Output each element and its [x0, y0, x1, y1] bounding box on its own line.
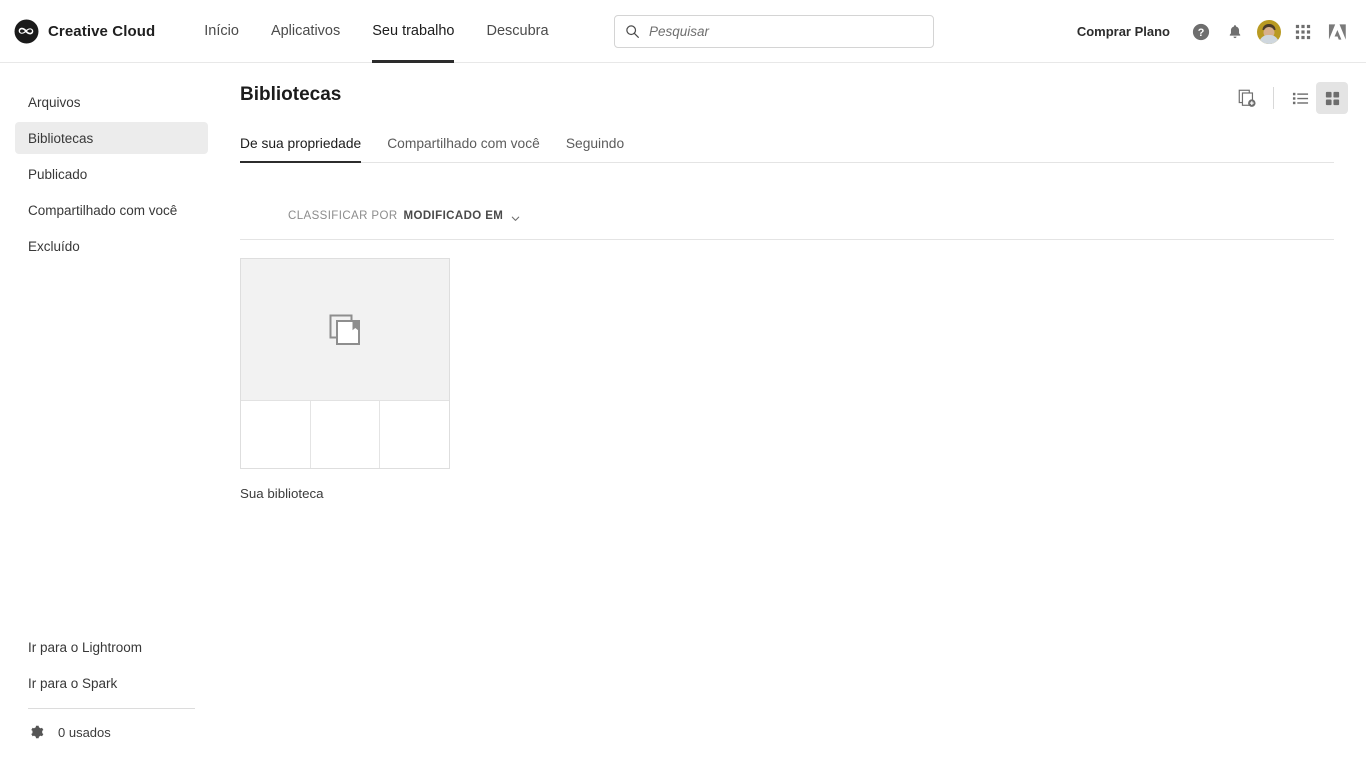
sidebar-footer: Ir para o Lightroom Ir para o Spark 0 us… [0, 631, 225, 746]
search-input[interactable] [649, 24, 909, 39]
sidebar-item-publicado[interactable]: Publicado [15, 158, 208, 190]
notifications-bell-icon[interactable] [1218, 15, 1252, 49]
sort-by-label: CLASSIFICAR POR [288, 210, 398, 222]
sidebar-item-bibliotecas[interactable]: Bibliotecas [15, 122, 208, 154]
header-right-actions: Comprar Plano ? [1063, 0, 1354, 63]
chevron-down-icon [510, 211, 521, 222]
sidebar-link-spark[interactable]: Ir para o Spark [15, 667, 208, 699]
toolbar-divider [1273, 87, 1274, 109]
page-title: Bibliotecas [240, 84, 342, 105]
library-card-label: Sua biblioteca [240, 486, 324, 501]
storage-usage-label: 0 usados [58, 724, 111, 740]
library-asset-cell [241, 401, 310, 468]
library-thumbnail-placeholder [241, 259, 449, 401]
avatar-body [1259, 34, 1279, 44]
sort-by-dropdown[interactable]: CLASSIFICAR POR MODIFICADO EM [288, 210, 521, 222]
tab-de-sua-propriedade[interactable]: De sua propriedade [240, 136, 362, 163]
storage-usage-row[interactable]: 0 usados [0, 718, 225, 746]
user-avatar-button[interactable] [1252, 15, 1286, 49]
library-asset-cell [309, 401, 380, 468]
sidebar-divider [28, 708, 195, 709]
nav-item-descubra[interactable]: Descubra [470, 0, 564, 63]
libraries-grid: Sua biblioteca [240, 258, 450, 501]
adobe-logo-icon[interactable] [1320, 15, 1354, 49]
gear-icon [28, 724, 44, 740]
sidebar-item-arquivos[interactable]: Arquivos [15, 86, 208, 118]
library-icon [328, 313, 362, 347]
search-container [614, 15, 934, 48]
brand-name: Creative Cloud [48, 22, 156, 40]
search-box[interactable] [614, 15, 934, 48]
sort-bar: CLASSIFICAR POR MODIFICADO EM [240, 193, 1334, 240]
buy-plan-link[interactable]: Comprar Plano [1063, 24, 1184, 39]
avatar [1257, 19, 1281, 44]
sidebar-link-lightroom[interactable]: Ir para o Lightroom [15, 631, 208, 663]
grid-view-icon[interactable] [1316, 82, 1348, 114]
help-icon[interactable]: ? [1184, 15, 1218, 49]
brand-home-link[interactable]: Creative Cloud [14, 19, 155, 44]
app-grid-icon[interactable] [1286, 15, 1320, 49]
main-content: Bibliotecas De sua propriedade Compartil… [225, 63, 1366, 768]
creative-cloud-logo-icon [14, 19, 39, 44]
nav-item-inicio[interactable]: Início [188, 0, 255, 63]
sidebar: Arquivos Bibliotecas Publicado Compartil… [0, 63, 225, 768]
svg-text:?: ? [1198, 27, 1205, 39]
tab-compartilhado-com-voce[interactable]: Compartilhado com você [387, 136, 540, 162]
tab-seguindo[interactable]: Seguindo [566, 136, 624, 162]
sidebar-item-compartilhado-com-voce[interactable]: Compartilhado com você [15, 194, 208, 226]
library-asset-cell [379, 401, 449, 468]
sidebar-nav-list: Arquivos Bibliotecas Publicado Compartil… [0, 86, 225, 262]
view-toolbar [1231, 82, 1348, 114]
search-icon [625, 24, 640, 39]
library-asset-cells [241, 401, 449, 468]
nav-item-seu-trabalho[interactable]: Seu trabalho [356, 0, 470, 63]
content-tabs: De sua propriedade Compartilhado com voc… [240, 136, 1334, 163]
main-navigation: Início Aplicativos Seu trabalho Descubra [188, 0, 564, 63]
top-header: Creative Cloud Início Aplicativos Seu tr… [0, 0, 1366, 63]
sort-by-value: MODIFICADO EM [403, 210, 504, 222]
list-view-icon[interactable] [1284, 82, 1316, 114]
nav-item-aplicativos[interactable]: Aplicativos [255, 0, 356, 63]
library-card-thumbnail[interactable] [240, 258, 450, 469]
library-card[interactable]: Sua biblioteca [240, 258, 450, 501]
create-new-library-icon[interactable] [1231, 82, 1263, 114]
sidebar-item-excluido[interactable]: Excluído [15, 230, 208, 262]
